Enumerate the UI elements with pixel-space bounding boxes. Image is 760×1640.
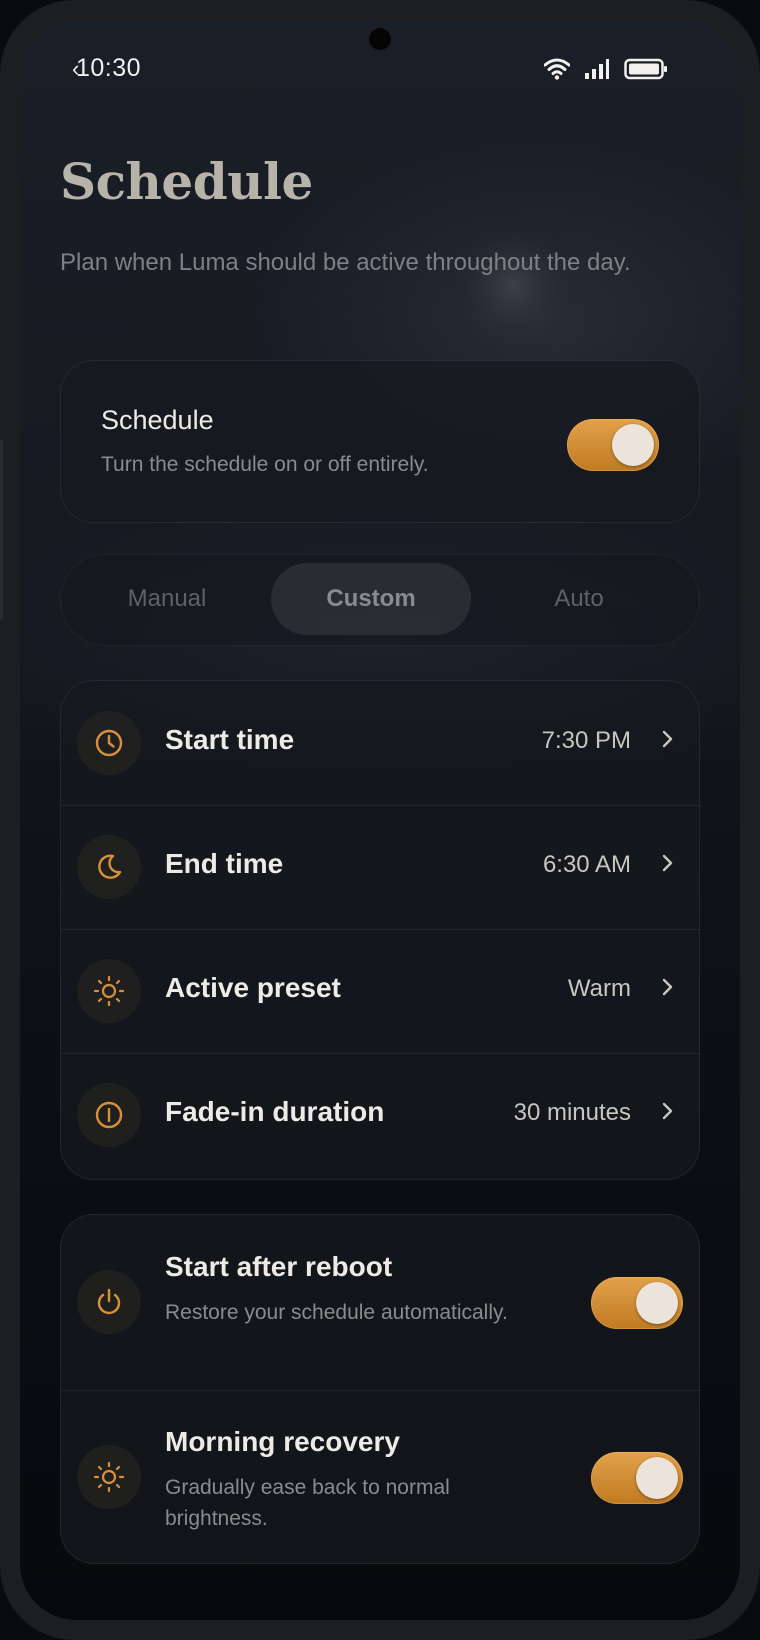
schedule-master-description: Turn the schedule on or off entirely.	[101, 453, 429, 476]
toggle-knob	[636, 1457, 678, 1499]
front-camera	[369, 28, 391, 50]
battery-icon	[624, 58, 667, 80]
toggle-knob	[636, 1282, 678, 1324]
toggle-title: Morning recovery	[165, 1426, 400, 1457]
morning-recovery-toggle[interactable]	[591, 1452, 683, 1504]
fade-icon	[77, 1083, 141, 1147]
status-time: 10:30	[76, 54, 142, 82]
setting-row-active-preset[interactable]: Active preset Warm	[61, 929, 701, 1053]
setting-label: Fade-in duration	[165, 1096, 385, 1127]
setting-value: 7:30 PM	[541, 727, 631, 754]
setting-label: Start time	[165, 724, 295, 755]
page-subtitle: Plan when Luma should be active througho…	[60, 249, 631, 276]
mode-option-custom[interactable]: Custom	[271, 563, 471, 635]
toggle-knob	[612, 424, 654, 466]
divider	[61, 929, 701, 930]
setting-row-end-time[interactable]: End time 6:30 AM	[61, 805, 701, 929]
chevron-right-icon	[662, 978, 673, 996]
toggle-description: Gradually ease back to normal brightness…	[165, 1476, 450, 1530]
chevron-right-icon	[662, 854, 673, 872]
status-icons	[544, 58, 668, 80]
screen: ‹ 10:30 Schedule Plan when Luma should b…	[20, 20, 740, 1620]
side-button	[0, 440, 3, 620]
setting-value: 30 minutes	[513, 1099, 631, 1126]
phone-frame: ‹ 10:30 Schedule Plan when Luma should b…	[0, 0, 760, 1640]
behavior-toggles-card: Start after reboot Restore your schedule…	[60, 1214, 701, 1565]
toggle-title: Start after reboot	[165, 1251, 393, 1282]
setting-value: Warm	[567, 975, 631, 1002]
toggle-row-start-after-reboot: Start after reboot Restore your schedule…	[61, 1215, 701, 1390]
clock-icon	[77, 711, 141, 775]
divider	[61, 1390, 701, 1391]
mode-option-auto[interactable]: Auto	[479, 555, 679, 643]
divider	[61, 1053, 701, 1054]
setting-label: Active preset	[165, 972, 341, 1003]
divider	[61, 805, 701, 806]
mode-selector: Manual Custom Auto	[60, 554, 700, 646]
crescent-moon-icon	[439, 211, 587, 359]
wifi-icon	[544, 58, 570, 80]
schedule-master-title: Schedule	[101, 405, 214, 435]
toggle-row-morning-recovery: Morning recovery Gradually ease back to …	[61, 1390, 701, 1565]
chevron-right-icon	[662, 730, 673, 748]
sun-icon	[77, 959, 141, 1023]
setting-row-start-time[interactable]: Start time 7:30 PM	[61, 681, 701, 805]
toggle-description: Restore your schedule automatically.	[165, 1301, 508, 1324]
setting-value: 6:30 AM	[542, 851, 631, 878]
start-after-reboot-toggle[interactable]	[591, 1277, 683, 1329]
sun-icon	[77, 1445, 141, 1509]
status-bar: ‹ 10:30	[20, 54, 740, 90]
page-title: Schedule	[60, 152, 313, 211]
schedule-master-toggle[interactable]	[567, 419, 659, 471]
mode-option-manual[interactable]: Manual	[67, 555, 267, 643]
schedule-settings-card: Start time 7:30 PM End time 6:30 AM Acti…	[60, 680, 701, 1180]
schedule-master-card: Schedule Turn the schedule on or off ent…	[60, 360, 700, 523]
chevron-right-icon	[662, 1102, 673, 1120]
moon-icon	[77, 835, 141, 899]
power-icon	[77, 1270, 141, 1334]
setting-label: End time	[165, 848, 284, 879]
setting-row-fade-in[interactable]: Fade-in duration 30 minutes	[61, 1053, 701, 1177]
signal-icon	[585, 59, 609, 79]
